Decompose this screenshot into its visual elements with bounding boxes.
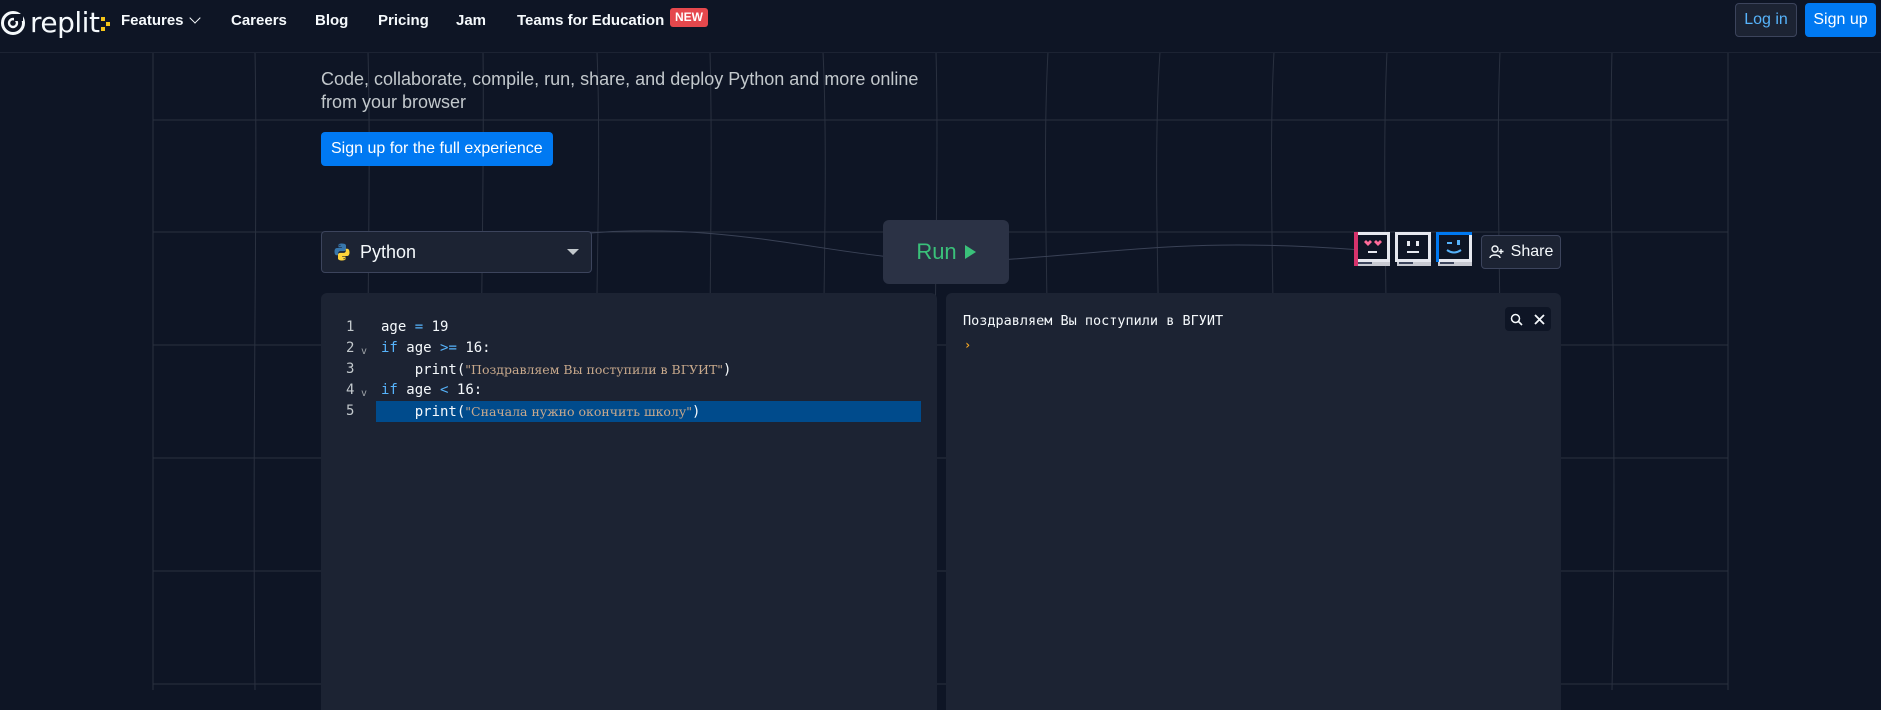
new-badge: NEW [670,8,708,27]
logo-wordmark: replit [30,6,100,39]
code-line-active[interactable]: 5 print("Сначала нужно окончить школу") [321,401,937,422]
token: if [381,340,398,356]
search-icon[interactable] [1510,312,1524,326]
language-select-label: Python [360,241,417,262]
token: >= [440,340,457,356]
line-number: 3 [346,361,355,377]
token: if [381,382,398,398]
token: "Поздравляем Вы поступили в ВГУИТ" [465,362,724,377]
nav-blog[interactable]: Blog [315,11,348,31]
console-panel[interactable]: Поздравляем Вы поступили в ВГУИТ › [946,293,1561,710]
logo-dots-icon [101,17,111,31]
token: = [414,319,424,335]
nav-teams-for-education[interactable]: Teams for Education [517,11,664,31]
add-user-icon [1488,245,1504,259]
code-editor[interactable]: 1 age = 19 2 v if age >= 16: 3 print("По… [321,293,937,710]
python-icon [334,243,350,261]
token: "Сначала нужно окончить школу" [465,404,692,419]
console-output: Поздравляем Вы поступили в ВГУИТ [963,313,1224,329]
code-line[interactable]: 2 v if age >= 16: [321,338,937,359]
neutral-face-avatar-icon[interactable] [1395,230,1433,270]
nav-pricing[interactable]: Pricing [378,11,429,31]
signup-button[interactable]: Sign up [1805,3,1876,37]
caret-down-icon [567,249,579,255]
code-text: print("Поздравляем Вы поступили в ВГУИТ"… [381,359,732,381]
replit-logo-icon [1,11,25,35]
line-number: 5 [346,403,355,419]
code-text: if age < 16: [381,380,482,401]
heart-eyes-avatar-icon[interactable] [1354,230,1392,270]
run-button-label: Run [916,239,957,264]
replit-logo[interactable]: replit [0,6,111,40]
code-text: if age >= 16: [381,338,491,359]
play-icon [964,245,976,259]
token: print( [414,362,466,378]
code-text: print("Сначала нужно окончить школу") [381,401,701,423]
run-button[interactable]: Run [883,220,1009,284]
console-prompt-icon: › [964,338,972,352]
token: age [381,319,407,335]
nav-features[interactable]: Features [121,11,201,31]
token: 19 [431,319,449,335]
code-line[interactable]: 3 print("Поздравляем Вы поступили в ВГУИ… [321,359,937,380]
chevron-down-icon [188,12,201,24]
token: print( [414,404,466,420]
token: age [406,340,432,356]
token: age [406,382,432,398]
top-navbar: replit Features Careers Blog Pricing Jam… [0,0,1881,53]
line-number: 1 [346,319,355,335]
token: 16: [456,382,483,398]
nav-features-label: Features [121,12,184,29]
code-line[interactable]: 4 v if age < 16: [321,380,937,401]
code-text: age = 19 [381,317,448,338]
hero-subtitle: Code, collaborate, compile, run, share, … [321,69,919,112]
login-button[interactable]: Log in [1735,3,1797,37]
share-button[interactable]: Share [1481,235,1561,269]
share-button-label: Share [1510,243,1554,260]
signup-cta-button[interactable]: Sign up for the full experience [321,132,553,166]
close-icon[interactable] [1533,312,1547,326]
token: ) [691,404,701,420]
console-toolbar [1505,307,1551,331]
token: 16: [465,340,491,356]
nav-jam[interactable]: Jam [456,11,486,31]
nav-careers[interactable]: Careers [231,11,287,31]
language-select[interactable]: Python [321,231,592,273]
wink-face-avatar-icon[interactable] [1436,230,1474,270]
token: ) [723,362,732,378]
code-line[interactable]: 1 age = 19 [321,317,937,338]
token: < [440,382,449,398]
